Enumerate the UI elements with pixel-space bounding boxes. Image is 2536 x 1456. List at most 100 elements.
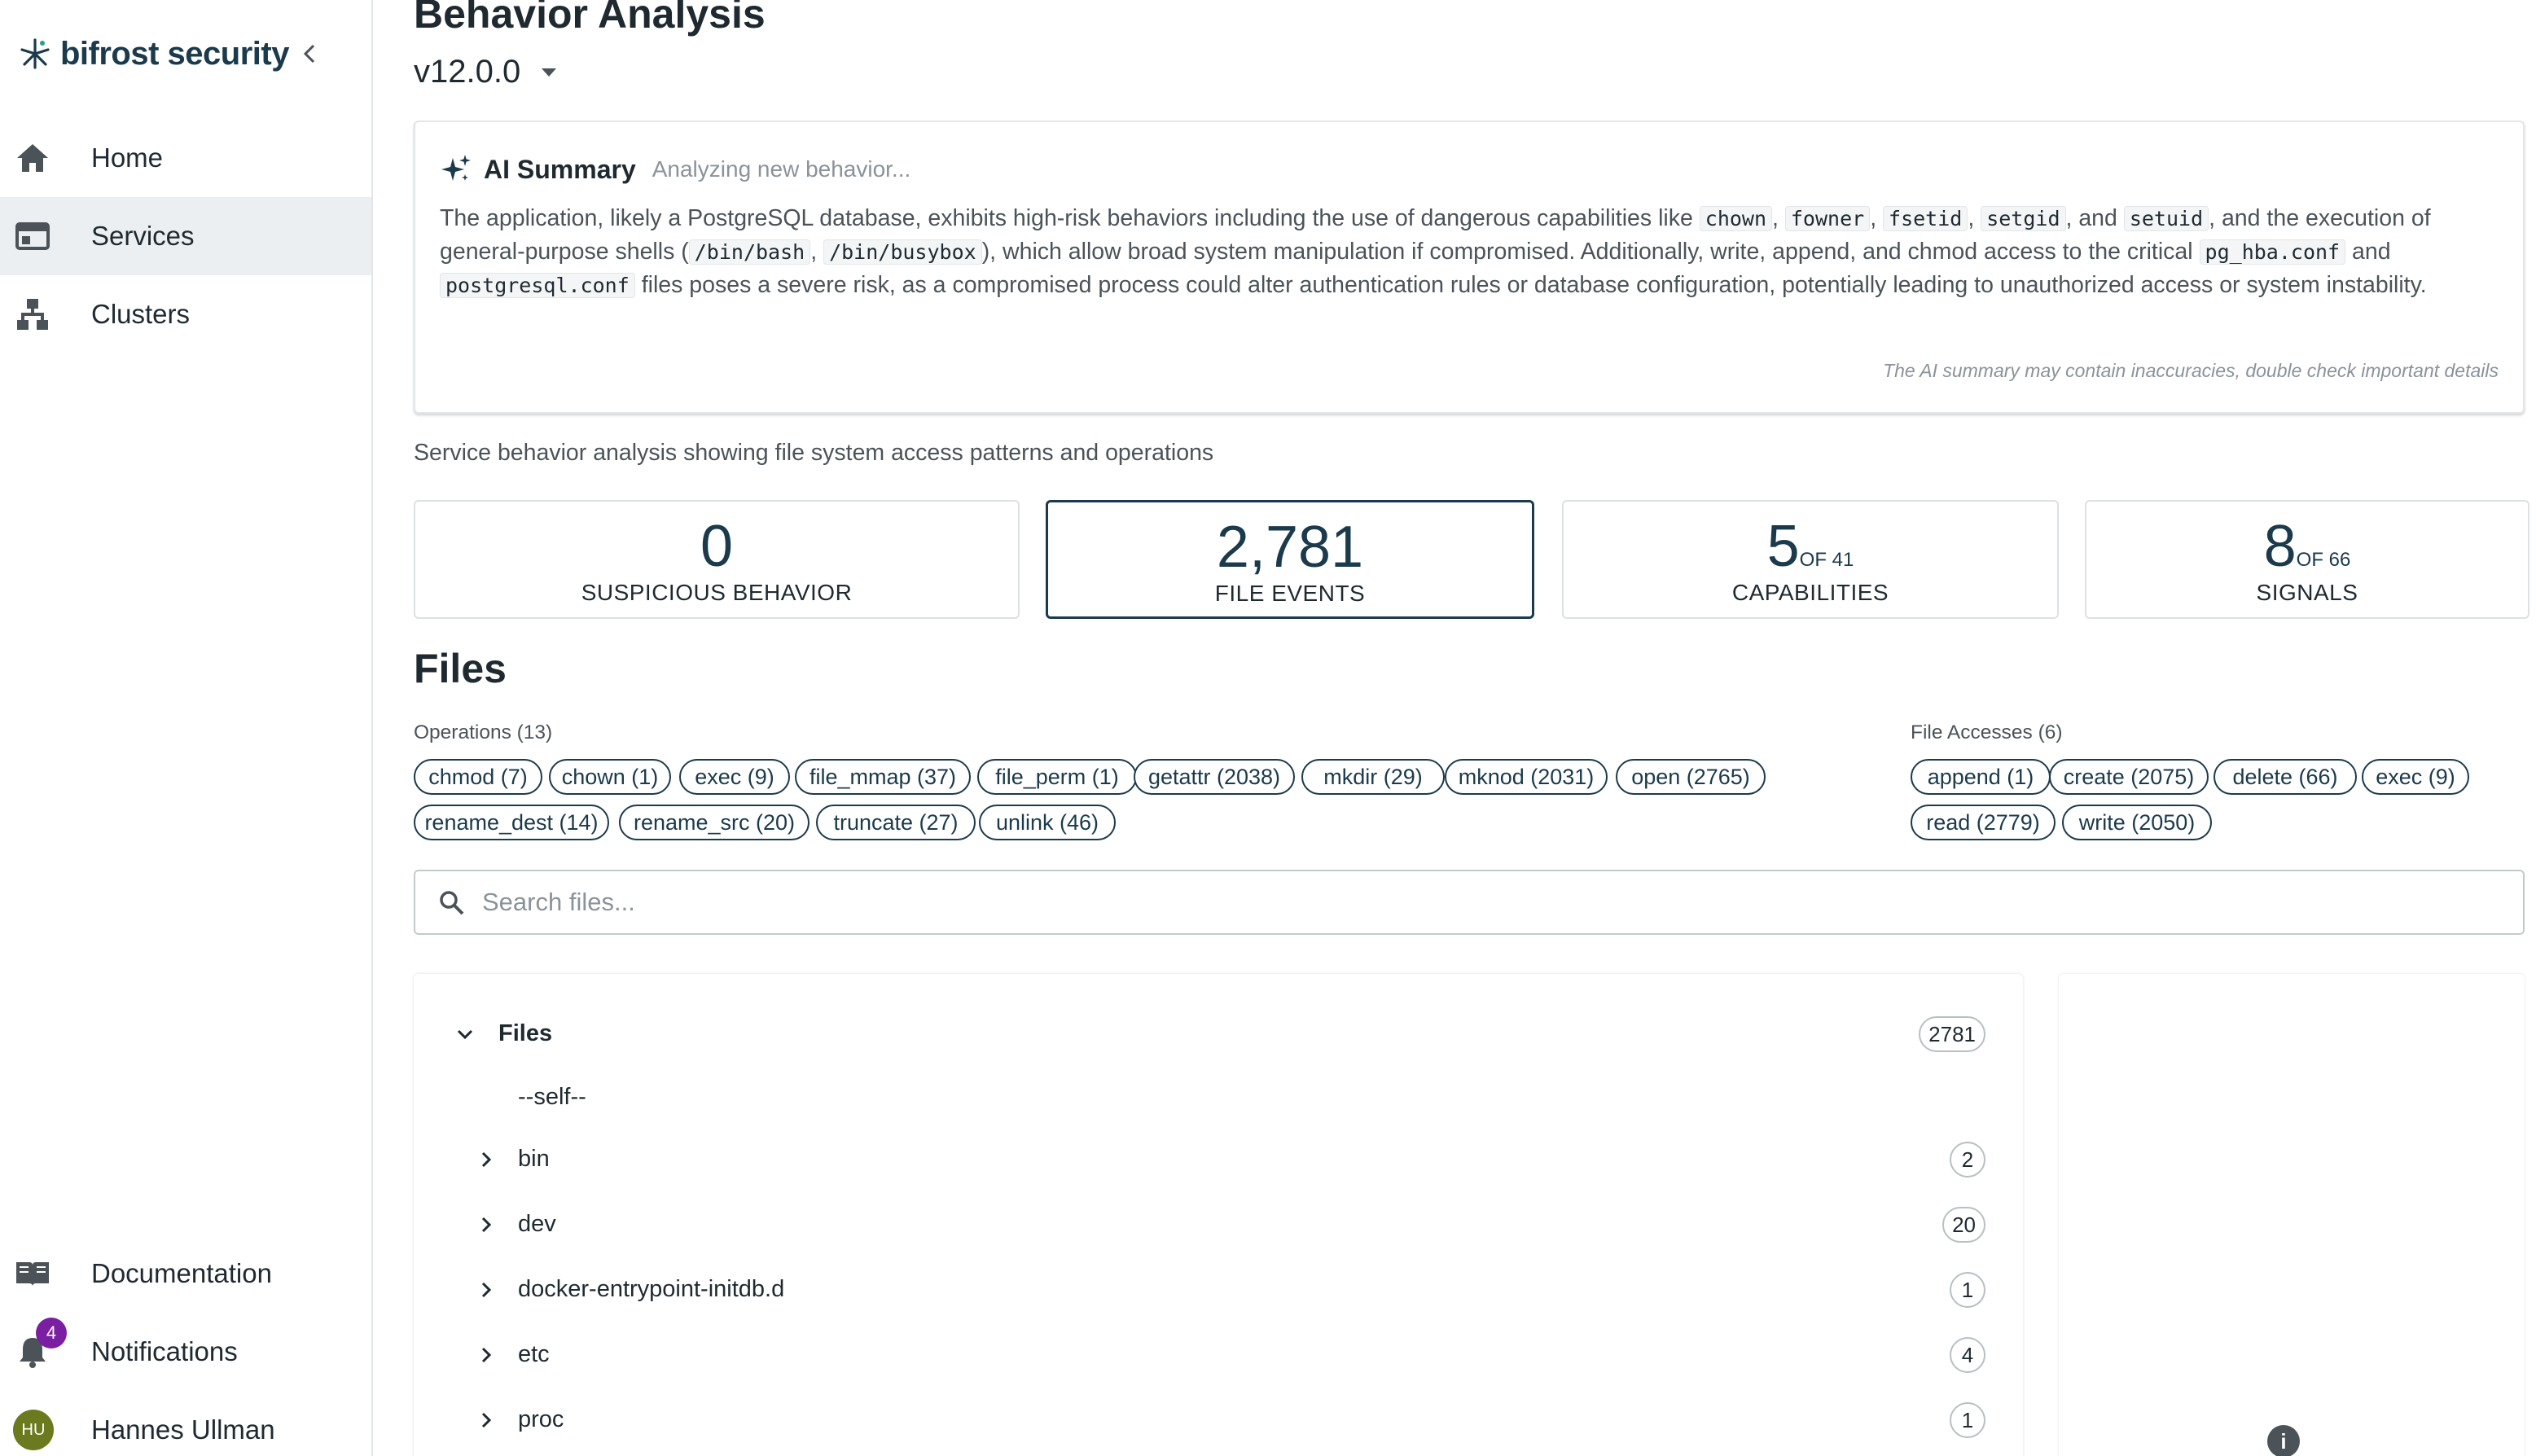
file-count-badge: 2781: [1919, 1016, 1985, 1052]
stat-capabilities[interactable]: 5OF 41 CAPABILITIES: [1562, 500, 2059, 619]
tree-row[interactable]: --self--: [414, 1073, 2023, 1122]
ai-summary-header: AI Summary Analyzing new behavior...: [440, 153, 910, 186]
file-count-badge: 4: [1950, 1337, 1985, 1373]
stat-number: 0: [700, 514, 734, 579]
user-profile[interactable]: HU Hannes Ullman: [0, 1391, 371, 1456]
stat-of-total: OF 66: [2296, 549, 2351, 571]
operation-chip[interactable]: file_perm (1): [977, 759, 1137, 795]
book-icon: [15, 1256, 50, 1292]
stat-label: SIGNALS: [2256, 580, 2358, 605]
stat-suspicious-behavior[interactable]: 0 SUSPICIOUS BEHAVIOR: [414, 500, 1020, 619]
file-count-badge: 1: [1950, 1402, 1985, 1438]
tree-row[interactable]: etc 4: [414, 1331, 2023, 1379]
operation-chip[interactable]: chmod (7): [414, 759, 542, 795]
sparkles-icon: [441, 155, 471, 181]
operation-chip[interactable]: unlink (46): [979, 805, 1116, 840]
nav-item-documentation[interactable]: Documentation: [0, 1235, 371, 1313]
tree-row[interactable]: docker-entrypoint-initdb.d 1: [414, 1265, 2023, 1314]
operation-chip[interactable]: getattr (2038): [1134, 759, 1295, 795]
chevron-right-icon[interactable]: [474, 1343, 498, 1367]
nav-item-home[interactable]: Home: [0, 119, 371, 197]
capability-code: fsetid: [1883, 206, 1968, 231]
access-chip[interactable]: create (2075): [2049, 759, 2209, 795]
ai-text-part: files poses a severe risk, as a compromi…: [641, 272, 2427, 298]
stat-label: SUSPICIOUS BEHAVIOR: [581, 580, 853, 605]
search-input[interactable]: [482, 883, 2502, 922]
file-count-badge: 1: [1950, 1272, 1985, 1308]
access-chip[interactable]: exec (9): [2362, 759, 2469, 795]
nav-item-clusters[interactable]: Clusters: [0, 275, 371, 353]
ai-text-part: ), which allow broad system manipulation…: [981, 239, 2193, 265]
stat-file-events[interactable]: 2,781 FILE EVENTS: [1046, 500, 1534, 619]
ai-disclaimer: The AI summary may contain inaccuracies,…: [1883, 360, 2499, 381]
access-chip[interactable]: write (2050): [2062, 805, 2212, 840]
nav-label-clusters: Clusters: [91, 299, 191, 329]
chevron-right-icon[interactable]: [474, 1278, 498, 1302]
capability-code: chown: [1699, 206, 1773, 231]
operation-chip[interactable]: mkdir (29): [1301, 759, 1445, 795]
collapse-sidebar-button[interactable]: [295, 37, 324, 70]
stat-label: CAPABILITIES: [1731, 580, 1889, 605]
chevron-right-icon[interactable]: [474, 1213, 498, 1237]
stat-number: 8: [2263, 514, 2297, 579]
operation-chip[interactable]: truncate (27): [816, 805, 976, 840]
brand-logo[interactable]: bifrost security: [18, 33, 289, 75]
access-chip[interactable]: delete (66): [2214, 759, 2357, 795]
access-chip[interactable]: read (2779): [1911, 805, 2056, 840]
nav-item-services[interactable]: Services: [0, 197, 371, 275]
tree-row[interactable]: bin 2: [414, 1135, 2023, 1184]
shell-code: /bin/busybox: [823, 239, 982, 265]
operation-chip[interactable]: open (2765): [1616, 759, 1766, 795]
file-count-badge: 20: [1942, 1207, 1985, 1243]
operation-chip[interactable]: exec (9): [679, 759, 790, 795]
tree-root-label: Files: [498, 1020, 553, 1046]
chevron-left-icon: [303, 44, 315, 64]
search-icon: [440, 891, 464, 915]
tree-folder-label: proc: [518, 1406, 564, 1432]
tree-row[interactable]: proc 1: [414, 1396, 2023, 1445]
notifications-count-badge: 4: [36, 1318, 67, 1349]
avatar: HU: [13, 1410, 54, 1450]
stat-value: 8OF 66: [2086, 513, 2528, 580]
file-accesses-label: File Accesses (6): [1911, 721, 2063, 743]
operation-chip[interactable]: rename_src (20): [619, 805, 810, 840]
nav-label-home: Home: [91, 143, 164, 173]
file-details-panel: [2059, 974, 2525, 1456]
ai-summary-title: AI Summary: [484, 154, 636, 184]
clusters-icon: [15, 296, 50, 332]
access-chip[interactable]: append (1): [1911, 759, 2051, 795]
sidebar: bifrost security Home Services Clusters …: [0, 0, 373, 1456]
tree-folder-label: bin: [518, 1146, 550, 1172]
main-content: Behavior Analysis v12.0.0 AI Summary Ana…: [375, 0, 2536, 1456]
stat-signals[interactable]: 8OF 66 SIGNALS: [2085, 500, 2529, 619]
tree-root-row[interactable]: Files 2781: [414, 1010, 2023, 1059]
ai-text-part: The application, likely a PostgreSQL dat…: [440, 205, 1693, 231]
chevron-right-icon[interactable]: [474, 1408, 498, 1432]
operation-chip[interactable]: chown (1): [549, 759, 671, 795]
page-title: Behavior Analysis: [414, 0, 766, 37]
version-selector[interactable]: v12.0.0: [414, 54, 558, 90]
operation-chip[interactable]: file_mmap (37): [795, 759, 971, 795]
operation-chip[interactable]: mknod (2031): [1445, 759, 1608, 795]
chevron-down-icon[interactable]: [453, 1022, 477, 1046]
stat-value: 2,781: [1048, 514, 1532, 581]
stat-of-total: OF 41: [1799, 549, 1854, 571]
ai-summary-card: AI Summary Analyzing new behavior... The…: [414, 121, 2525, 414]
bifrost-logo-icon: [20, 38, 50, 69]
user-name: Hannes Ullman: [91, 1414, 275, 1445]
version-label: v12.0.0: [414, 54, 521, 90]
ai-text-part: and: [2352, 239, 2391, 265]
nav-label-services: Services: [91, 221, 195, 251]
capability-code: setuid: [2123, 206, 2209, 231]
capability-code: setgid: [1981, 206, 2066, 231]
tree-row[interactable]: dev 20: [414, 1200, 2023, 1249]
nav-item-notifications[interactable]: 4 Notifications: [0, 1313, 371, 1391]
caret-down-icon: [542, 68, 557, 77]
info-icon[interactable]: i: [2267, 1425, 2300, 1456]
operation-chip[interactable]: rename_dest (14): [414, 805, 609, 840]
file-search[interactable]: [414, 870, 2525, 935]
file-code: postgresql.conf: [440, 273, 635, 298]
files-section-title: Files: [414, 646, 507, 691]
chevron-right-icon[interactable]: [474, 1147, 498, 1172]
file-tree: Files 2781 --self-- bin 2 dev 20 docker-…: [414, 974, 2023, 1456]
